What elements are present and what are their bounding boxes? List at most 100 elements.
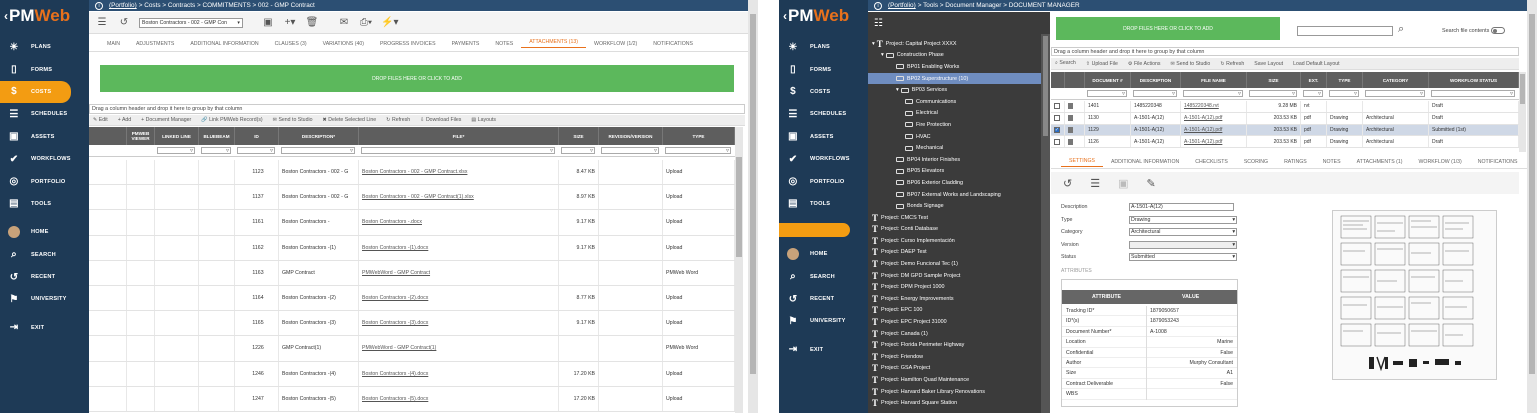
filter-icon[interactable]: ▿ (350, 147, 353, 154)
nav-item-schedules[interactable]: ☰ SCHEDULES (0, 103, 89, 125)
table-row[interactable]: 1401 1485220348 1485220348.rvt 9.28 MB rvt Dr… (1051, 101, 1519, 113)
column-filter-input[interactable]: ▿ (201, 147, 231, 154)
add-button[interactable]: + Add (118, 117, 131, 123)
column-filter-input[interactable]: ▿ (1249, 90, 1297, 97)
column-filter-input[interactable]: ▿ (157, 147, 195, 154)
table-row[interactable]: 1247 Boston Contractors -(5) Boston Contra… (89, 386, 735, 412)
send-to-studio-button[interactable]: ✉ Send to Studio (273, 117, 313, 123)
column-filter-input[interactable]: ▿ (1087, 90, 1127, 97)
filter-icon[interactable]: ▿ (1420, 90, 1423, 97)
nav-item-costs[interactable]: $ COSTS (779, 81, 868, 103)
tree-folder-node[interactable]: Mechanical (868, 142, 1050, 154)
nav-item-forms[interactable]: ▯ FORMS (779, 58, 868, 80)
table-row[interactable]: ✓ 1129 A-1501-A(12) A-1501-A(12).pdf 203.53 … (1051, 124, 1519, 137)
column-header-ext[interactable]: EXT. (1301, 72, 1327, 88)
tab-notifications[interactable]: NOTIFICATIONS (645, 41, 701, 47)
filter-icon[interactable]: ▿ (1318, 90, 1321, 97)
send-to-studio-button[interactable]: ✉ Send to Studio (1170, 61, 1210, 67)
chevron-down-icon[interactable]: ▾ (1232, 229, 1235, 235)
nav-item-exit[interactable]: ⇥ EXIT (779, 339, 868, 361)
file-actions-button[interactable]: ⚙ File Actions (1128, 61, 1161, 67)
column-filter-input[interactable]: ▿ (361, 147, 555, 154)
history-icon[interactable]: ↺ (117, 17, 131, 28)
nav-item-portfolio[interactable]: ◎ PORTFOLIO (0, 170, 89, 192)
attribute-row[interactable]: Contract Deliverable False (1062, 379, 1237, 390)
tab-scoring[interactable]: SCORING (1236, 159, 1276, 165)
filter-icon[interactable]: ▿ (590, 147, 593, 154)
tree-project-node[interactable]: T Project: Demo Funcional Tec (1) (868, 258, 1050, 270)
record-select[interactable]: Boston Contractors - 002 - GMP Con ▾ (139, 17, 243, 28)
tree-folder-node[interactable]: BP05 Elevators (868, 166, 1050, 178)
cell-file[interactable]: Boston Contractors -(5).docx (359, 386, 559, 411)
checkbox-checked-icon[interactable]: ✓ (1054, 126, 1060, 133)
column-header-workflow-status[interactable]: WORKFLOW STATUS (1429, 72, 1519, 88)
filter-icon[interactable]: ▿ (1510, 90, 1513, 97)
table-row[interactable]: 1246 Boston Contractors -(4) Boston Contra… (89, 361, 735, 387)
tab-ratings[interactable]: RATINGS (1276, 159, 1315, 165)
page-scroll-thumb[interactable] (750, 14, 756, 374)
cell-file[interactable]: A-1501-A(12).pdf (1181, 112, 1247, 124)
attribute-row[interactable]: Location Marine (1062, 337, 1237, 348)
cell-file[interactable]: A-1501-A(12).pdf (1181, 124, 1247, 136)
attribute-row[interactable]: Confidential False (1062, 348, 1237, 358)
checkbox-icon[interactable] (1054, 138, 1060, 145)
column-filter-input[interactable]: ▿ (281, 147, 355, 154)
tab-adjustments[interactable]: ADJUSTMENTS (128, 41, 182, 47)
filter-icon[interactable]: ▿ (654, 147, 657, 154)
cell-file[interactable]: Boston Contractors -(4).docx (359, 361, 559, 386)
tree-project-node[interactable]: T Project: Friendow (868, 351, 1050, 363)
table-row[interactable]: 1164 Boston Contractors -(2) Boston Contra… (89, 286, 735, 312)
refresh-button[interactable]: ↻ Refresh (1220, 61, 1244, 67)
info-icon[interactable]: i (874, 1, 882, 10)
nav-item-workflows[interactable]: ✔ WORKFLOWS (779, 148, 868, 170)
column-filter-input[interactable]: ▿ (1133, 90, 1177, 97)
column-header-blank-1[interactable] (1065, 72, 1085, 88)
column-header-blank-0[interactable] (89, 127, 127, 145)
history-icon[interactable]: ↺ (1063, 177, 1072, 190)
cell-chk[interactable] (1051, 136, 1065, 148)
filter-icon[interactable]: ▿ (1238, 90, 1241, 97)
info-icon[interactable]: i (95, 1, 103, 10)
document-manager-button[interactable]: + Document Manager (141, 117, 191, 123)
column-filter-input[interactable]: ▿ (1303, 90, 1323, 97)
grid-scroll-thumb[interactable] (736, 157, 742, 257)
column-header-size[interactable]: SIZE (559, 127, 599, 145)
load-default-layout-button[interactable]: Load Default Layout (1293, 61, 1339, 67)
nav-active-pill[interactable] (779, 223, 850, 238)
filter-icon[interactable]: ▿ (1354, 90, 1357, 97)
tree-project-node[interactable]: T Project: DPM Project 1000 (868, 281, 1050, 293)
column-header-file[interactable]: FILE* (359, 127, 559, 145)
nav-item-assets[interactable]: ▣ ASSETS (779, 126, 868, 148)
tree-folder-node[interactable]: Communications (868, 96, 1050, 108)
nav-item-portfolio[interactable]: ◎ PORTFOLIO (779, 170, 868, 192)
group-by-bar[interactable]: Drag a column header and drop it here to… (89, 104, 745, 114)
table-row[interactable]: 1226 GMP Contract(1) PMWebWord - GMP Contr… (89, 336, 735, 362)
tree-project-node[interactable]: T Project: EPC Project 31000 (868, 316, 1050, 328)
cell-file[interactable]: A-1501-A(12).pdf (1181, 136, 1247, 148)
edit-button[interactable]: ✎ Edit (93, 117, 108, 123)
cell-chk[interactable] (1051, 101, 1065, 112)
nav-item-tools[interactable]: ▤ TOOLS (779, 193, 868, 215)
tree-folder-node[interactable]: ▾ BP03 Services (868, 84, 1050, 96)
chevron-down-icon[interactable]: ▾ (1232, 242, 1235, 248)
column-header-size[interactable]: SIZE (1247, 72, 1301, 88)
tree-project-node[interactable]: T Project: DM GPD Sample Project (868, 270, 1050, 282)
column-filter-input[interactable]: ▿ (561, 147, 595, 154)
nav-item-plans[interactable]: ☀ PLANS (0, 36, 89, 58)
property-category-field[interactable]: Architectural ▾ (1129, 228, 1237, 237)
tab-additional-information[interactable]: ADDITIONAL INFORMATION (1103, 159, 1187, 165)
tree-scroll-thumb[interactable] (1043, 36, 1048, 136)
tree-project-node[interactable]: T Project: Florida Perimeter Highway (868, 339, 1050, 351)
list-icon[interactable]: ☰ (95, 17, 109, 28)
document-preview[interactable] (1332, 210, 1497, 380)
tab-payments[interactable]: PAYMENTS (444, 41, 488, 47)
nav-item-schedules[interactable]: ☰ SCHEDULES (779, 103, 868, 125)
grid-scrollbar[interactable] (735, 127, 743, 413)
cell-file[interactable]: Boston Contractors - 002 - GMP Contract(… (359, 185, 559, 210)
tab-variations-40[interactable]: VARIATIONS (40) (315, 41, 372, 47)
tab-notes[interactable]: NOTES (1315, 159, 1349, 165)
search-contents-toggle[interactable]: Search file contents (1442, 27, 1506, 34)
column-header-description[interactable]: DESCRIPTION* (279, 127, 359, 145)
tree-project-node[interactable]: T Project: Harvard Baker Library Renovati… (868, 386, 1050, 398)
property-description-field[interactable]: A-1501-A(12) (1129, 203, 1234, 211)
